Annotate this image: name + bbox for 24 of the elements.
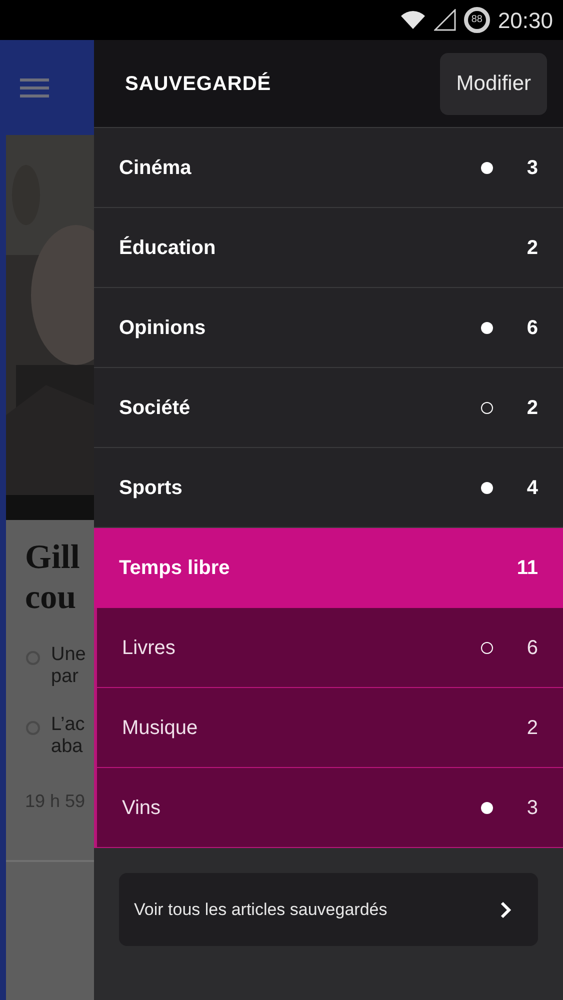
category-item[interactable]: Opinions 6 [94, 288, 563, 368]
wifi-icon [400, 10, 426, 30]
drawer-title: SAUVEGARDÉ [125, 71, 272, 96]
headline: cou [25, 578, 77, 618]
category-item[interactable]: Société 2 [94, 368, 563, 448]
bullet-text: par [51, 666, 80, 688]
subcategory-item[interactable]: Livres 6 [94, 608, 563, 688]
clock: 20:30 [498, 6, 553, 34]
category-item[interactable]: Sports 4 [94, 448, 563, 528]
category-item[interactable]: Cinéma 3 [94, 128, 563, 208]
subcategory-item[interactable]: Musique 2 [94, 688, 563, 768]
bullet-text: aba [51, 736, 84, 758]
saved-articles-link[interactable]: Voir tous les articles sauvegardés [119, 873, 538, 946]
signal-icon [434, 9, 456, 31]
headline: Gill [25, 538, 81, 578]
category-item[interactable]: Éducation 2 [94, 208, 563, 288]
menu-icon[interactable] [20, 78, 49, 98]
subcategory-item[interactable]: Vins 3 [94, 768, 563, 848]
bullet-text: L’ac [51, 714, 85, 736]
category-item[interactable]: Temps libre 11 [94, 528, 563, 608]
edit-button[interactable]: Modifier [440, 52, 547, 114]
chevron-right-icon [500, 900, 512, 918]
bullet-text: Une [51, 644, 86, 666]
battery-icon: 88 [464, 7, 490, 33]
